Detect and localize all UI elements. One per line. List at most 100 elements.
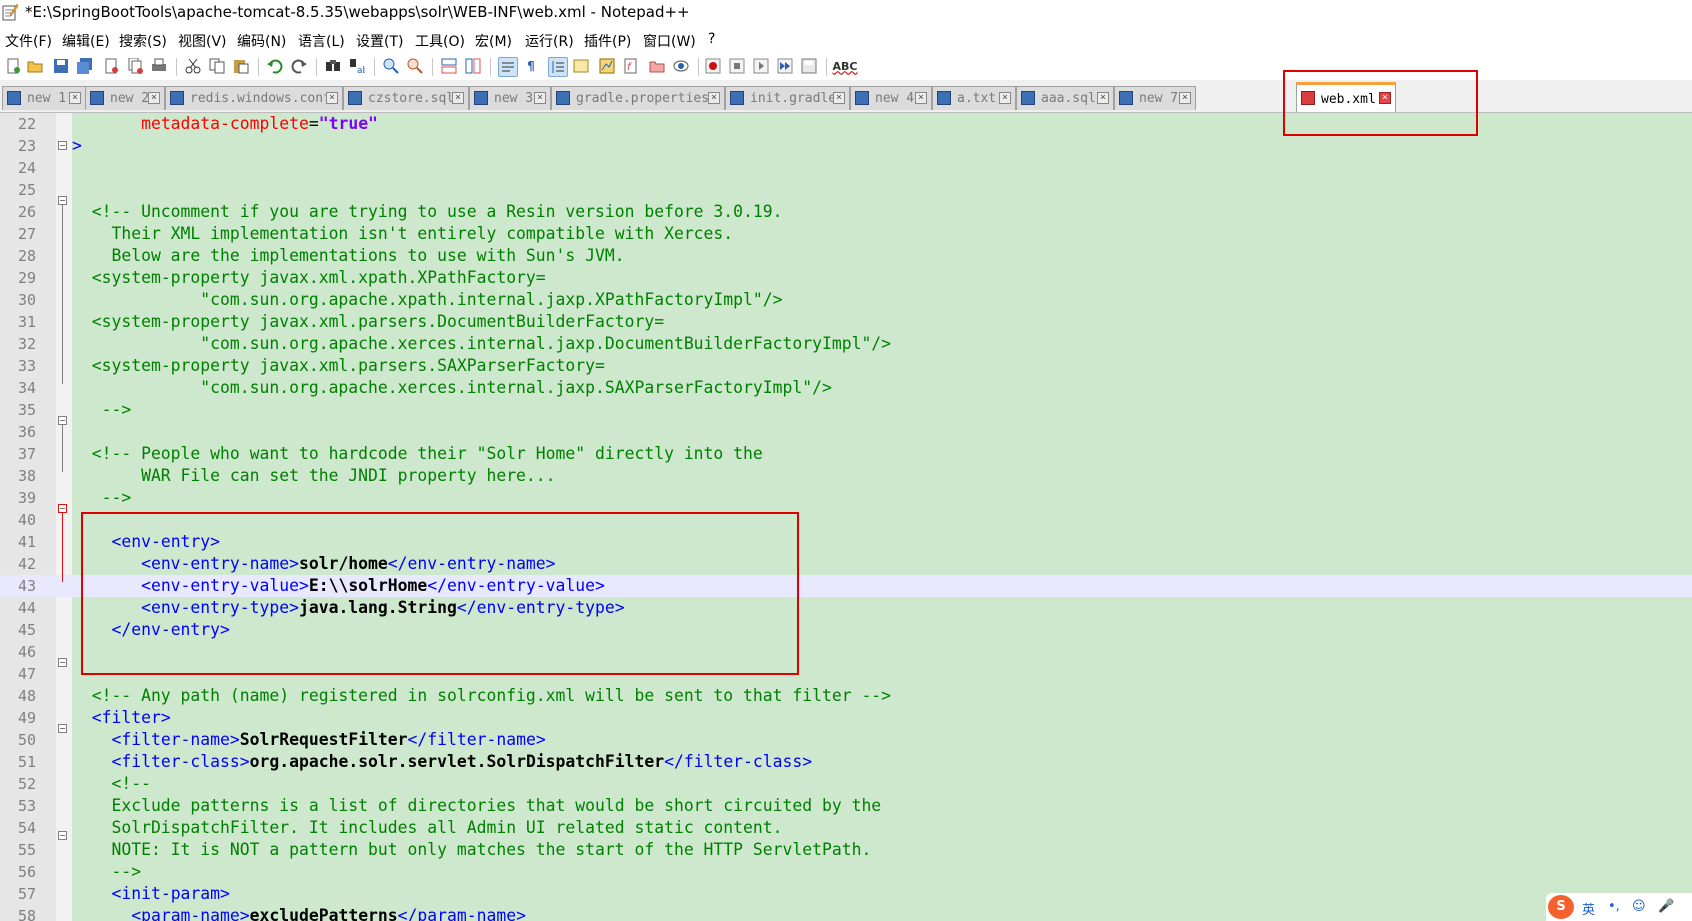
menu-help[interactable]: ? bbox=[708, 31, 715, 47]
menu-language[interactable]: 语言(L) bbox=[298, 31, 345, 51]
ime-mic-icon[interactable]: 🎤 bbox=[1658, 899, 1674, 914]
tab-close-icon[interactable]: × bbox=[708, 92, 720, 104]
code-line[interactable]: 27 Their XML implementation isn't entire… bbox=[0, 223, 1692, 245]
menu-search[interactable]: 搜索(S) bbox=[119, 31, 167, 51]
tab-close-icon[interactable]: × bbox=[833, 92, 845, 104]
monitoring-icon[interactable] bbox=[672, 57, 690, 75]
code-line[interactable]: 40 bbox=[0, 509, 1692, 531]
code-line[interactable]: 34 "com.sun.org.apache.xerces.internal.j… bbox=[0, 377, 1692, 399]
code-line[interactable]: 39 --> bbox=[0, 487, 1692, 509]
code-line[interactable]: 24 bbox=[0, 157, 1692, 179]
code-line[interactable]: 55 NOTE: It is NOT a pattern but only ma… bbox=[0, 839, 1692, 861]
paste-icon[interactable] bbox=[232, 57, 250, 75]
fold-marker[interactable]: − bbox=[58, 724, 67, 733]
tab-close-icon[interactable]: × bbox=[1097, 92, 1109, 104]
tab-close-icon[interactable]: × bbox=[326, 92, 338, 104]
sync-horizontal-icon[interactable] bbox=[464, 57, 482, 75]
code-line[interactable]: 31 <system-property javax.xml.parsers.Do… bbox=[0, 311, 1692, 333]
save-all-icon[interactable] bbox=[76, 57, 94, 75]
fold-marker[interactable]: − bbox=[58, 196, 67, 205]
close-all-icon[interactable] bbox=[126, 57, 144, 75]
tab-czstore-sql[interactable]: czstore.sql × bbox=[343, 86, 469, 110]
record-macro-icon[interactable] bbox=[704, 57, 722, 75]
code-line[interactable]: 42 <env-entry-name>solr/home</env-entry-… bbox=[0, 553, 1692, 575]
code-line[interactable]: 41 <env-entry> bbox=[0, 531, 1692, 553]
fold-marker[interactable]: − bbox=[58, 416, 67, 425]
code-line[interactable]: 36 bbox=[0, 421, 1692, 443]
code-line[interactable]: 35 --> bbox=[0, 399, 1692, 421]
menu-window[interactable]: 窗口(W) bbox=[643, 31, 696, 51]
tab-close-icon[interactable]: × bbox=[999, 92, 1011, 104]
replace-icon[interactable]: ab bbox=[348, 57, 366, 75]
spell-check-icon[interactable]: ABC bbox=[833, 57, 858, 75]
tab-close-icon[interactable]: × bbox=[1379, 92, 1391, 104]
tab-close-icon[interactable]: × bbox=[148, 92, 160, 104]
code-line[interactable]: 54 SolrDispatchFilter. It includes all A… bbox=[0, 817, 1692, 839]
menu-macro[interactable]: 宏(M) bbox=[475, 31, 512, 51]
tab-redis-windows-conf[interactable]: redis.windows.conf × bbox=[165, 86, 343, 110]
code-line[interactable]: 45 </env-entry> bbox=[0, 619, 1692, 641]
sync-vertical-icon[interactable] bbox=[440, 57, 458, 75]
cut-icon[interactable] bbox=[184, 57, 202, 75]
menu-plugins[interactable]: 插件(P) bbox=[584, 31, 631, 51]
menu-file[interactable]: 文件(F) bbox=[5, 31, 52, 51]
fold-marker[interactable]: − bbox=[58, 658, 67, 667]
code-line[interactable]: 49 <filter> bbox=[0, 707, 1692, 729]
run-macro-multiple-icon[interactable] bbox=[776, 57, 794, 75]
tab-new-4[interactable]: new 4 × bbox=[850, 86, 932, 110]
function-list-icon[interactable]: f bbox=[622, 57, 640, 75]
tab-new-2[interactable]: new 2 × bbox=[85, 86, 165, 110]
code-line[interactable]: 30 "com.sun.org.apache.xpath.internal.ja… bbox=[0, 289, 1692, 311]
fold-marker[interactable]: − bbox=[58, 141, 67, 150]
code-line[interactable]: 32 "com.sun.org.apache.xerces.internal.j… bbox=[0, 333, 1692, 355]
code-line[interactable]: 29 <system-property javax.xml.xpath.XPat… bbox=[0, 267, 1692, 289]
code-line[interactable]: 22 metadata-complete="true" bbox=[0, 113, 1692, 135]
code-line[interactable]: 50 <filter-name>SolrRequestFilter</filte… bbox=[0, 729, 1692, 751]
user-language-icon[interactable] bbox=[572, 57, 590, 75]
code-line[interactable]: 56 --> bbox=[0, 861, 1692, 883]
code-editor[interactable]: 22 metadata-complete="true" 23 >24 25 26 <!-… bbox=[0, 113, 1692, 921]
tab-init-gradle[interactable]: init.gradle × bbox=[725, 86, 850, 110]
indent-guide-icon[interactable] bbox=[548, 57, 568, 77]
zoom-in-icon[interactable] bbox=[382, 57, 400, 75]
tab-close-icon[interactable]: × bbox=[534, 92, 546, 104]
redo-icon[interactable] bbox=[290, 57, 308, 75]
menu-view[interactable]: 视图(V) bbox=[178, 31, 227, 51]
close-icon[interactable] bbox=[102, 57, 120, 75]
folder-workspace-icon[interactable] bbox=[648, 57, 666, 75]
copy-icon[interactable] bbox=[208, 57, 226, 75]
code-line[interactable]: 58 <param-name>excludePatterns</param-na… bbox=[0, 905, 1692, 921]
ime-toolbar[interactable]: S 英 •, ☺ 🎤 bbox=[1546, 893, 1692, 921]
open-file-icon[interactable] bbox=[26, 57, 44, 75]
undo-icon[interactable] bbox=[266, 57, 284, 75]
code-line[interactable]: 48 <!-- Any path (name) registered in so… bbox=[0, 685, 1692, 707]
code-line[interactable]: 44 <env-entry-type>java.lang.String</env… bbox=[0, 597, 1692, 619]
print-icon[interactable] bbox=[150, 57, 168, 75]
menu-edit[interactable]: 编辑(E) bbox=[62, 31, 110, 51]
code-line[interactable]: 28 Below are the implementations to use … bbox=[0, 245, 1692, 267]
tab-gradle-properties[interactable]: gradle.properties × bbox=[551, 86, 725, 110]
tab-new-1[interactable]: new 1 × bbox=[2, 86, 86, 110]
ime-punctuation-icon[interactable]: •, bbox=[1608, 899, 1620, 914]
word-wrap-icon[interactable] bbox=[498, 57, 518, 77]
code-line[interactable]: 38 WAR File can set the JNDI property he… bbox=[0, 465, 1692, 487]
menu-tools[interactable]: 工具(O) bbox=[415, 31, 465, 51]
tab-new-7[interactable]: new 7 × bbox=[1114, 86, 1196, 110]
tab-close-icon[interactable]: × bbox=[69, 92, 81, 104]
ime-mode-label[interactable]: 英 bbox=[1582, 899, 1595, 918]
find-icon[interactable] bbox=[324, 57, 342, 75]
save-icon[interactable] bbox=[52, 57, 70, 75]
code-line[interactable]: 52 <!-- bbox=[0, 773, 1692, 795]
code-line[interactable]: 46 bbox=[0, 641, 1692, 663]
code-line[interactable]: 37 <!-- People who want to hardcode thei… bbox=[0, 443, 1692, 465]
fold-marker[interactable]: − bbox=[58, 504, 67, 513]
play-macro-icon[interactable] bbox=[752, 57, 770, 75]
code-line[interactable]: 51 <filter-class>org.apache.solr.servlet… bbox=[0, 751, 1692, 773]
code-line[interactable]: 25 bbox=[0, 179, 1692, 201]
fold-marker[interactable]: − bbox=[58, 831, 67, 840]
tab-close-icon[interactable]: × bbox=[452, 92, 464, 104]
tab-new-3[interactable]: new 3 × bbox=[469, 86, 551, 110]
save-macro-icon[interactable] bbox=[800, 57, 818, 75]
code-line[interactable]: 47 bbox=[0, 663, 1692, 685]
zoom-out-icon[interactable] bbox=[406, 57, 424, 75]
